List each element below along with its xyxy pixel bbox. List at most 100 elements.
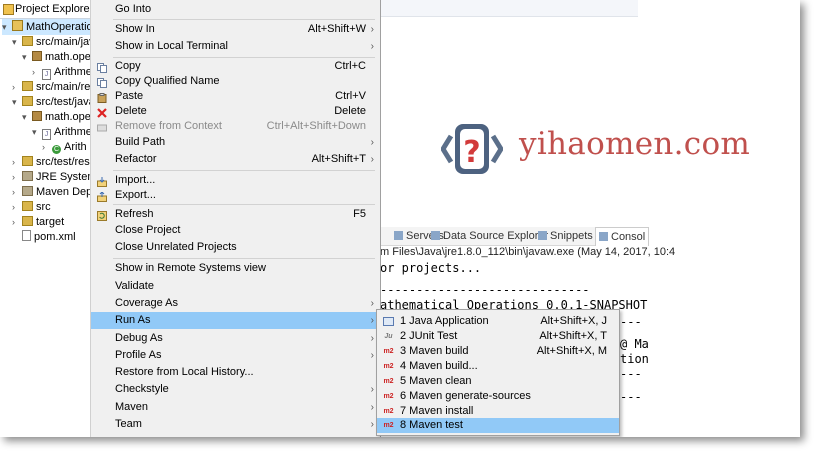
submenu-item-5-maven-clean[interactable]: m2 5 Maven clean bbox=[377, 374, 619, 389]
menu-item-shortcut: Ctrl+Alt+Shift+Down bbox=[266, 120, 366, 132]
remove-context-icon bbox=[97, 122, 107, 132]
submenu-item-2-junit-test[interactable]: Ju 2 JUnit Test Alt+Shift+X, T bbox=[377, 329, 619, 344]
tree-item[interactable]: ▾ math.ope bbox=[22, 49, 91, 65]
submenu-arrow-icon: › bbox=[370, 350, 374, 361]
maven-icon: m2 bbox=[383, 363, 394, 370]
submenu-item-8-maven-test[interactable]: m2 8 Maven test bbox=[377, 418, 619, 433]
submenu-item-label: 7 Maven install bbox=[400, 405, 474, 417]
console-tab-consol[interactable]: Consol bbox=[595, 227, 650, 246]
tree-twisty-icon[interactable]: › bbox=[12, 199, 22, 215]
console-tab-label: Consol bbox=[611, 231, 646, 243]
submenu-item-label: 8 Maven test bbox=[400, 419, 463, 431]
tree-twisty-icon[interactable]: › bbox=[12, 169, 22, 185]
tree-twisty-icon[interactable]: › bbox=[12, 79, 22, 95]
context-menu: Go Into Show In Alt+Shift+W › Show in Local … bbox=[90, 0, 381, 437]
menu-item-checkstyle[interactable]: Checkstyle › bbox=[91, 381, 380, 398]
menu-item-refresh[interactable]: Refresh F5 bbox=[91, 206, 380, 223]
tree-item-label: src/test/reso bbox=[36, 156, 96, 168]
tree-item[interactable]: ▾ math.ope bbox=[22, 109, 91, 125]
menu-item-show-in[interactable]: Show In Alt+Shift+W › bbox=[91, 21, 380, 38]
tree-item-label: math.ope bbox=[45, 111, 91, 123]
tree-twisty-icon[interactable]: ▾ bbox=[12, 34, 22, 50]
tree-item[interactable]: ▾ src/main/java bbox=[12, 34, 101, 50]
tree-item[interactable]: ▾ src/test/java bbox=[12, 94, 95, 110]
tree-item[interactable]: › C Arith bbox=[42, 139, 87, 155]
menu-item-label: Build Path bbox=[115, 136, 166, 148]
menu-item-restore-from-local-history[interactable]: Restore from Local History... bbox=[91, 364, 380, 381]
screenshot-frame: Project Explorer ▾ MathOperation ▾ src/main… bbox=[0, 0, 800, 437]
submenu-item-3-maven-build[interactable]: m2 3 Maven build Alt+Shift+X, M bbox=[377, 344, 619, 359]
submenu-item-label: 3 Maven build bbox=[400, 345, 469, 357]
menu-item-team[interactable]: Team › bbox=[91, 416, 380, 433]
menu-item-maven[interactable]: Maven › bbox=[91, 399, 380, 416]
tree-twisty-icon[interactable]: ▾ bbox=[22, 109, 32, 125]
console-tab-bar: Servers Data Source Explorer Snippets Conso… bbox=[380, 227, 650, 246]
import-icon bbox=[97, 176, 107, 187]
project-explorer: Project Explorer ▾ MathOperation ▾ src/main… bbox=[0, 0, 122, 437]
tree-item[interactable]: ▾ J Arithme bbox=[32, 124, 92, 140]
tree-item[interactable]: › src/main/res bbox=[12, 79, 96, 95]
console-tab-snippets[interactable]: Snippets bbox=[538, 230, 593, 242]
menu-separator bbox=[113, 170, 375, 171]
submenu-item-1-java-application[interactable]: 1 Java Application Alt+Shift+X, J bbox=[377, 314, 619, 329]
tree-twisty-icon[interactable]: › bbox=[12, 214, 22, 230]
menu-item-coverage-as[interactable]: Coverage As › bbox=[91, 295, 380, 312]
export-icon bbox=[97, 191, 107, 202]
submenu-item-label: 5 Maven clean bbox=[400, 375, 472, 387]
submenu-item-7-maven-install[interactable]: m2 7 Maven install bbox=[377, 404, 619, 419]
menu-item-run-as[interactable]: Run As › bbox=[91, 312, 380, 329]
editor-area[interactable] bbox=[380, 0, 638, 17]
tree-twisty-icon[interactable]: ▾ bbox=[32, 124, 42, 140]
submenu-item-6-maven-generate-sources[interactable]: m2 6 Maven generate-sources bbox=[377, 389, 619, 404]
tree-twisty-icon[interactable]: ▾ bbox=[2, 19, 12, 35]
tree-twisty-icon[interactable]: ▾ bbox=[12, 94, 22, 110]
menu-item-show-in-local-terminal[interactable]: Show in Local Terminal › bbox=[91, 38, 380, 55]
tree-twisty-icon[interactable]: › bbox=[42, 139, 52, 155]
project-explorer-icon bbox=[3, 4, 14, 15]
project-explorer-tab[interactable]: Project Explorer bbox=[0, 0, 94, 19]
tree-item-label: src bbox=[36, 201, 51, 213]
menu-item-remove-from-context: Remove from Context Ctrl+Alt+Shift+Down bbox=[91, 118, 380, 135]
tree-twisty-icon[interactable]: ▾ bbox=[22, 49, 32, 65]
submenu-item-4-maven-build[interactable]: m2 4 Maven build... bbox=[377, 359, 619, 374]
submenu-arrow-icon: › bbox=[370, 24, 374, 35]
menu-item-build-path[interactable]: Build Path › bbox=[91, 134, 380, 151]
submenu-arrow-icon: › bbox=[370, 154, 374, 165]
data-source-icon bbox=[431, 231, 440, 240]
tree-twisty-icon[interactable]: › bbox=[32, 64, 42, 80]
watermark-logo-icon: ? bbox=[441, 124, 503, 174]
source-folder-icon bbox=[22, 96, 33, 106]
tree-item[interactable]: › JRE System bbox=[12, 169, 97, 185]
paste-icon bbox=[97, 92, 107, 103]
menu-item-go-into[interactable]: Go Into bbox=[91, 1, 380, 18]
console-line: --- bbox=[620, 367, 642, 381]
menu-item-profile-as[interactable]: Profile As › bbox=[91, 347, 380, 364]
console-tab-data-source-explorer[interactable]: Data Source Explorer bbox=[431, 230, 548, 242]
project-explorer-title: Project Explorer bbox=[15, 3, 94, 15]
tree-twisty-icon[interactable]: › bbox=[12, 184, 22, 200]
tree-twisty-icon[interactable]: › bbox=[12, 154, 22, 170]
menu-item-show-in-remote-systems-view[interactable]: Show in Remote Systems view bbox=[91, 260, 380, 277]
tree-item[interactable]: › src bbox=[12, 199, 51, 215]
svg-text:?: ? bbox=[463, 135, 480, 170]
menu-item-export[interactable]: Export... bbox=[91, 187, 380, 204]
menu-item-validate[interactable]: Validate bbox=[91, 278, 380, 295]
menu-item-close-unrelated-projects[interactable]: Close Unrelated Projects bbox=[91, 239, 380, 256]
maven-icon: m2 bbox=[383, 378, 394, 385]
tree-item[interactable]: › target bbox=[12, 214, 64, 230]
menu-item-label: Go Into bbox=[115, 3, 152, 15]
tree-item[interactable]: › J Arithme bbox=[32, 64, 92, 80]
tree-item-label: pom.xml bbox=[34, 231, 76, 243]
tree-item[interactable]: pom.xml bbox=[12, 229, 76, 245]
menu-item-debug-as[interactable]: Debug As › bbox=[91, 330, 380, 347]
watermark-text: yihaomen.com bbox=[519, 126, 751, 162]
tree-item[interactable]: › Maven Depe bbox=[12, 184, 98, 200]
menu-item-refactor[interactable]: Refactor Alt+Shift+T › bbox=[91, 151, 380, 168]
menu-item-label: Coverage As bbox=[115, 297, 178, 309]
tree-item[interactable]: › src/test/reso bbox=[12, 154, 96, 170]
menu-item-close-project[interactable]: Close Project bbox=[91, 222, 380, 239]
menu-separator bbox=[113, 204, 375, 205]
servers-icon bbox=[394, 231, 403, 240]
submenu-arrow-icon: › bbox=[370, 298, 374, 309]
maven-icon: m2 bbox=[383, 393, 394, 400]
